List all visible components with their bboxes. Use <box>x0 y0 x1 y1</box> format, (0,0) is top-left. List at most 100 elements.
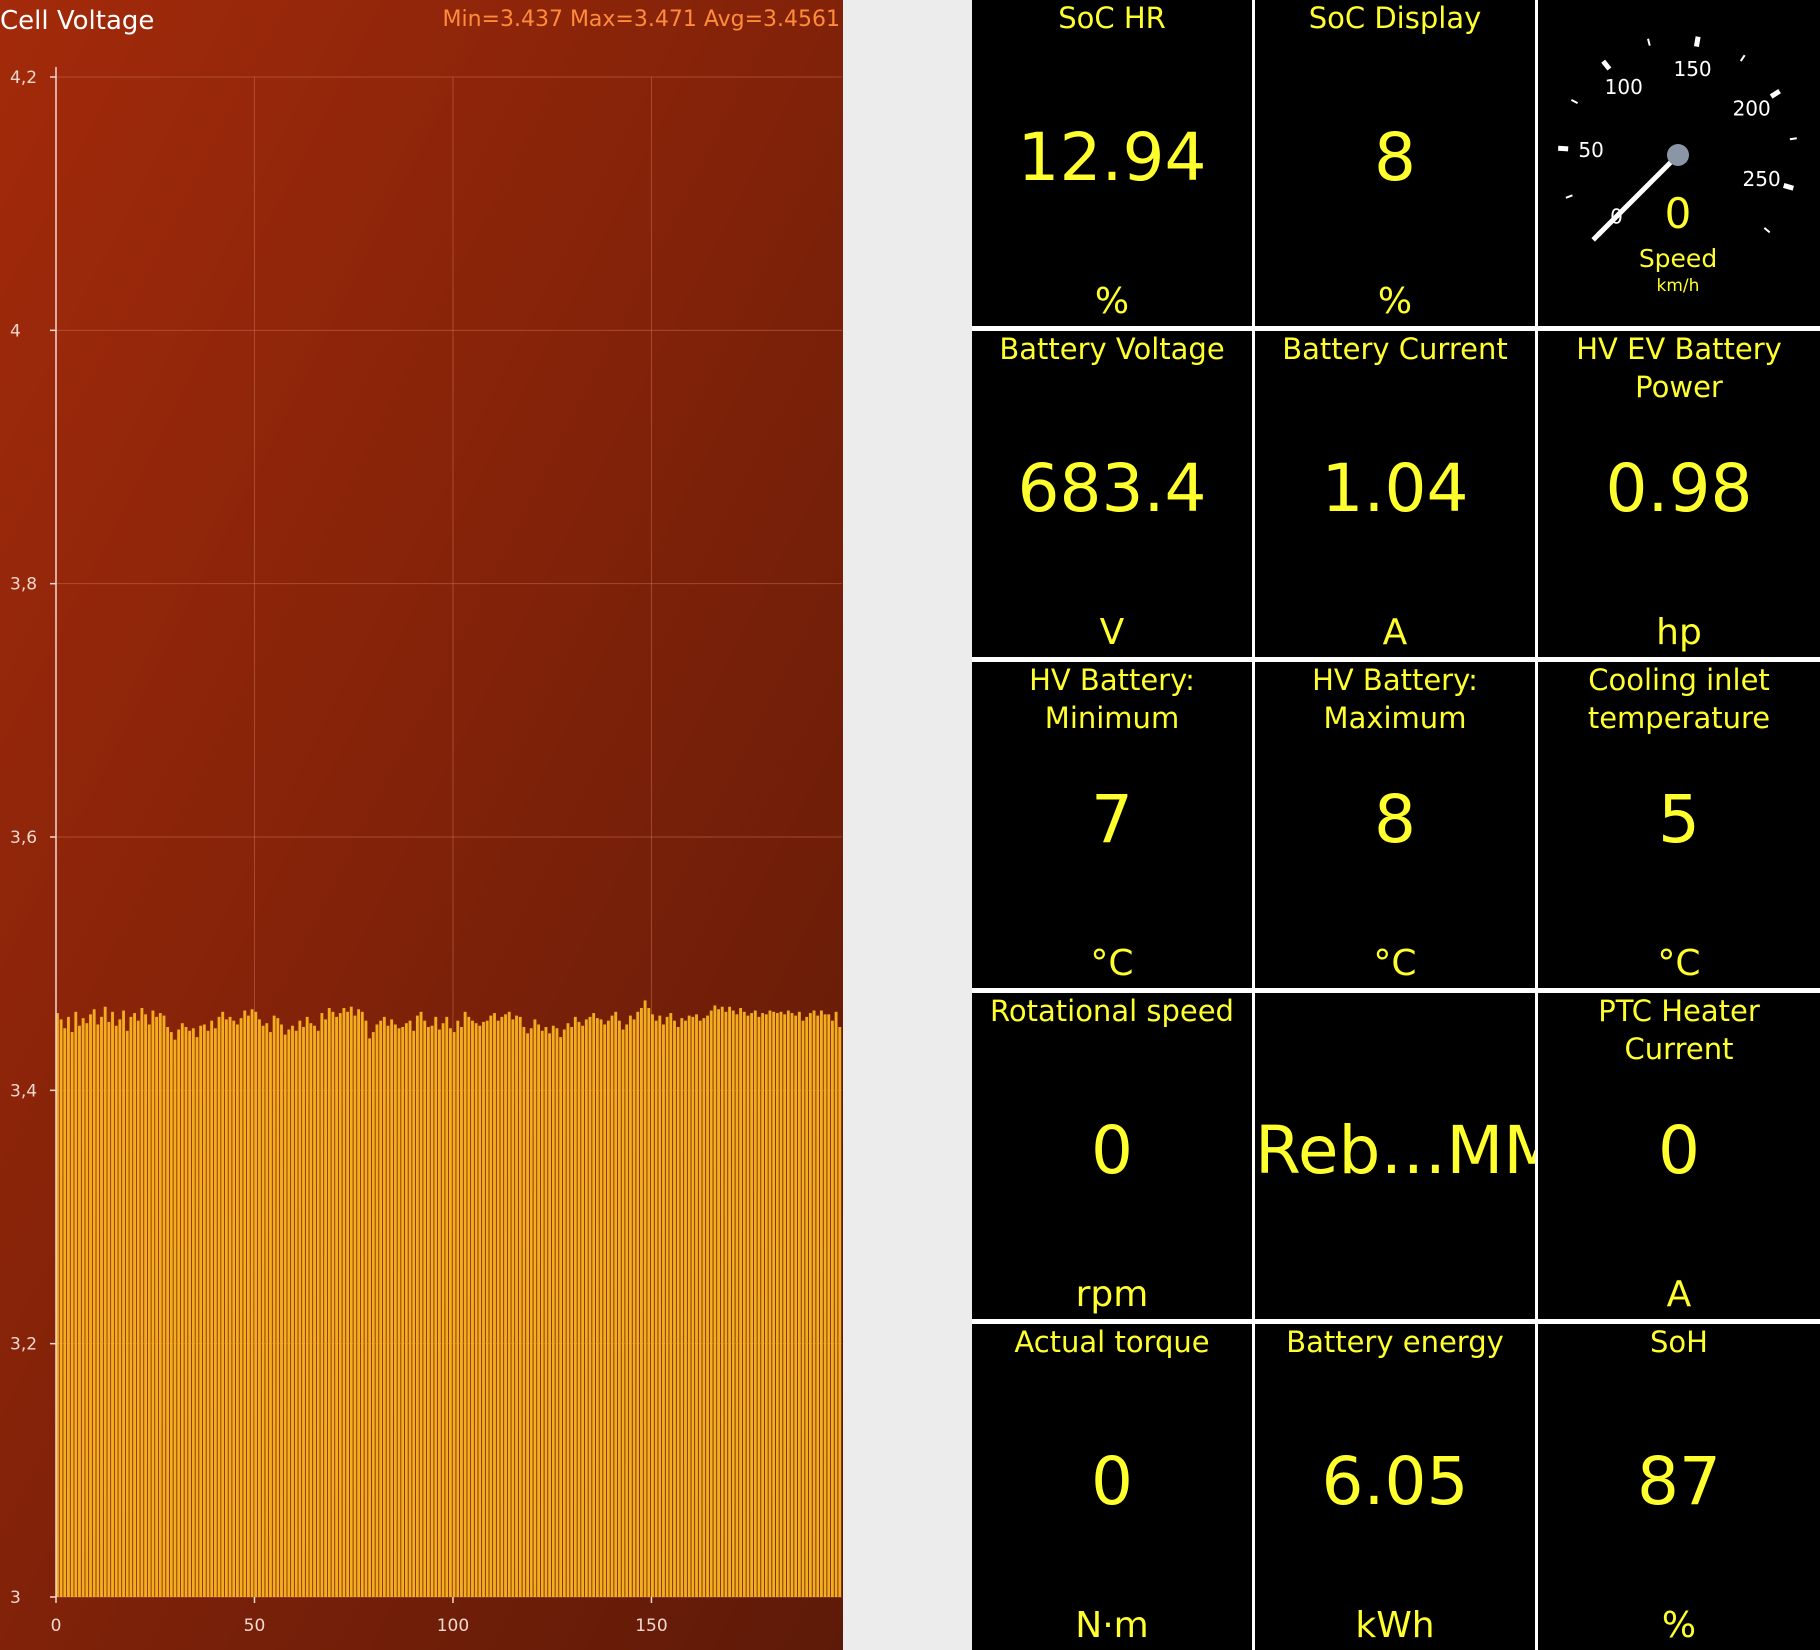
cell-voltage-bar <box>753 1010 757 1597</box>
cell-voltage-bar <box>265 1023 269 1597</box>
gauge-minor-tick <box>1570 99 1579 105</box>
cell-voltage-bar <box>430 1025 434 1597</box>
x-tick-label: 150 <box>635 1616 667 1636</box>
gauge-major-tick <box>1783 183 1795 191</box>
cell-voltage-bar <box>573 1016 577 1597</box>
cell-voltage-chart[interactable]: 3 3,2 3,4 3,6 3,8 4 4,2 0 50 100 150 Cell Voltage … <box>0 0 843 1650</box>
cell-voltage-bar <box>144 1014 148 1597</box>
tile-unit: °C <box>1090 943 1134 984</box>
tile-title: SoC Display <box>1308 1 1482 35</box>
gauge-unit: km/h <box>1657 276 1700 296</box>
cell-voltage-bar <box>562 1029 566 1597</box>
tile-title: Cooling inlet temperature <box>1587 663 1771 735</box>
cell-voltage-bar <box>643 1000 647 1597</box>
tile-value: 12.94 <box>1017 119 1207 196</box>
tile-battery-current[interactable]: Battery Current 1.04 A <box>1255 331 1535 657</box>
tile-soc-display[interactable]: SoC Display 8% <box>1255 0 1535 326</box>
tile-soh[interactable]: SoH 87% <box>1538 1324 1820 1650</box>
cell-voltage-bar <box>720 1006 724 1597</box>
tile-actual-torque[interactable]: Actual torque 0 N·m <box>972 1324 1252 1650</box>
cell-voltage-bar <box>698 1020 702 1597</box>
gauge-value: 0 <box>1665 189 1692 238</box>
tile-hv-battery-maximum[interactable]: HV Battery: Maximum 8 °C <box>1255 662 1535 988</box>
cell-voltage-bar <box>739 1008 743 1597</box>
tile-value: Reb…MMI <box>1255 1112 1535 1189</box>
cell-voltage-bar <box>74 1011 78 1597</box>
tile-soc-hr[interactable]: SoC HR 12.94% <box>972 0 1252 326</box>
tile-unit: A <box>1666 1274 1692 1315</box>
tile-unit: A <box>1382 612 1408 653</box>
tile-rotational-speed[interactable]: Rotational speed 0 rpm <box>972 993 1252 1319</box>
cell-voltage-bar <box>213 1028 217 1597</box>
cell-voltage-bar <box>269 1032 272 1597</box>
tile-unit: kWh <box>1355 1605 1435 1646</box>
gauge-minor-tick <box>1739 54 1746 62</box>
cell-voltage-bar <box>103 1006 107 1597</box>
cell-voltage-bar <box>346 1011 350 1597</box>
cell-voltage-bar <box>812 1010 816 1597</box>
cell-voltage-bar <box>797 1011 801 1597</box>
gauge-hub <box>1667 144 1689 166</box>
tile-ptc-heater-current[interactable]: PTC Heater Current 0 A <box>1538 993 1820 1319</box>
gauge-minor-tick <box>1565 194 1573 199</box>
cell-voltage-bar <box>375 1024 379 1597</box>
tile-cooling-inlet-temperature[interactable]: Cooling inlet temperature 5 °C <box>1538 662 1820 988</box>
tile-value: 6.05 <box>1321 1443 1469 1520</box>
tile-title: HV EV Battery Power <box>1576 332 1782 404</box>
cell-voltage-bar <box>783 1014 787 1597</box>
gauge-minor-tick <box>1763 227 1771 234</box>
cell-voltage-bar <box>680 1018 684 1597</box>
cell-voltage-bar <box>669 1013 673 1597</box>
tile-value: 8 <box>1374 781 1416 858</box>
tile-unit: N·m <box>1075 1605 1149 1646</box>
tile-hv-battery-minimum[interactable]: HV Battery: Minimum 7 °C <box>972 662 1252 988</box>
tile-battery-energy[interactable]: Battery energy 6.05 kWh <box>1255 1324 1535 1650</box>
cell-voltage-bar <box>507 1011 511 1597</box>
cell-voltage-bar <box>169 1032 173 1597</box>
cell-voltage-bar <box>408 1020 412 1597</box>
cell-voltage-bar <box>540 1030 544 1597</box>
cell-voltage-bar <box>386 1025 390 1597</box>
cell-voltage-bar <box>441 1023 445 1597</box>
tile-title: PTC Heater Current <box>1598 994 1760 1066</box>
cell-voltage-bar <box>151 1010 155 1597</box>
cell-voltage-bar <box>471 1020 474 1597</box>
cell-voltage-bar <box>735 1014 739 1597</box>
cell-voltage-bar <box>276 1018 280 1597</box>
speed-gauge-tile[interactable]: 0501001502002500Speedkm/h <box>1538 0 1820 326</box>
cell-voltage-bar <box>515 1015 518 1597</box>
cell-voltage-bar <box>687 1015 691 1597</box>
cell-voltage-bar <box>118 1019 122 1597</box>
cell-voltage-bar <box>379 1020 383 1597</box>
tile-value: 7 <box>1091 781 1133 858</box>
cell-voltage-bar <box>463 1011 467 1597</box>
cell-voltage-bar <box>526 1033 529 1597</box>
cell-voltage-bar <box>728 1006 732 1597</box>
cell-voltage-bar <box>426 1027 430 1597</box>
cell-voltage-bar <box>397 1028 401 1597</box>
cell-voltage-bar <box>779 1011 783 1597</box>
speed-gauge: 0501001502002500Speedkm/h <box>1558 36 1797 296</box>
cell-voltage-bar <box>261 1025 265 1597</box>
cell-voltage-bar <box>706 1015 709 1597</box>
cell-voltage-bar <box>280 1024 283 1597</box>
gauge-minor-tick <box>1789 137 1797 141</box>
cell-voltage-bar <box>96 1024 100 1597</box>
cell-voltage-bar <box>239 1018 243 1597</box>
cell-voltage-bar <box>731 1010 735 1597</box>
cell-voltage-bar <box>801 1020 805 1597</box>
cell-voltage-bar <box>434 1016 438 1597</box>
cell-voltage-bar <box>750 1013 754 1597</box>
cell-voltage-bar <box>673 1020 676 1597</box>
cell-voltage-bar <box>357 1009 361 1597</box>
tile-infotainment-status[interactable]: Reb…MMI <box>1255 993 1535 1319</box>
cell-voltage-bar <box>202 1024 206 1597</box>
cell-voltage-bar <box>320 1013 324 1597</box>
cell-voltage-bar <box>489 1015 493 1597</box>
tile-battery-voltage[interactable]: Battery Voltage 683.4 V <box>972 331 1252 657</box>
cell-voltage-bar <box>283 1034 287 1597</box>
tile-hv-ev-battery-power[interactable]: HV EV Battery Power 0.98 hp <box>1538 331 1820 657</box>
cell-voltage-bar <box>482 1021 485 1597</box>
tile-unit: % <box>1661 1605 1697 1646</box>
tile-title: HV Battery: Minimum <box>1029 663 1195 735</box>
